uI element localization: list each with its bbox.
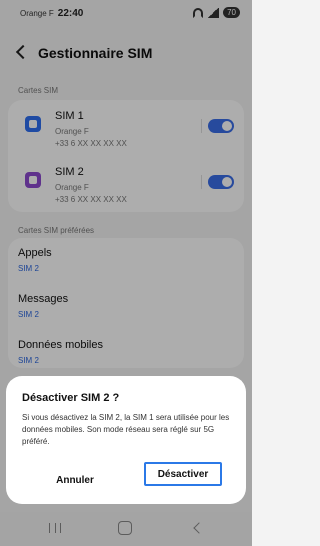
dialog-message: Si vous désactivez la SIM 2, la SIM 1 se… [22,413,230,446]
dialog-title: Désactiver SIM 2 ? [22,392,120,404]
deactivate-sim-dialog: Désactiver SIM 2 ? Si vous désactivez la… [6,376,246,504]
deactivate-button[interactable]: Désactiver [144,462,222,486]
cancel-button[interactable]: Annuler [40,468,110,492]
